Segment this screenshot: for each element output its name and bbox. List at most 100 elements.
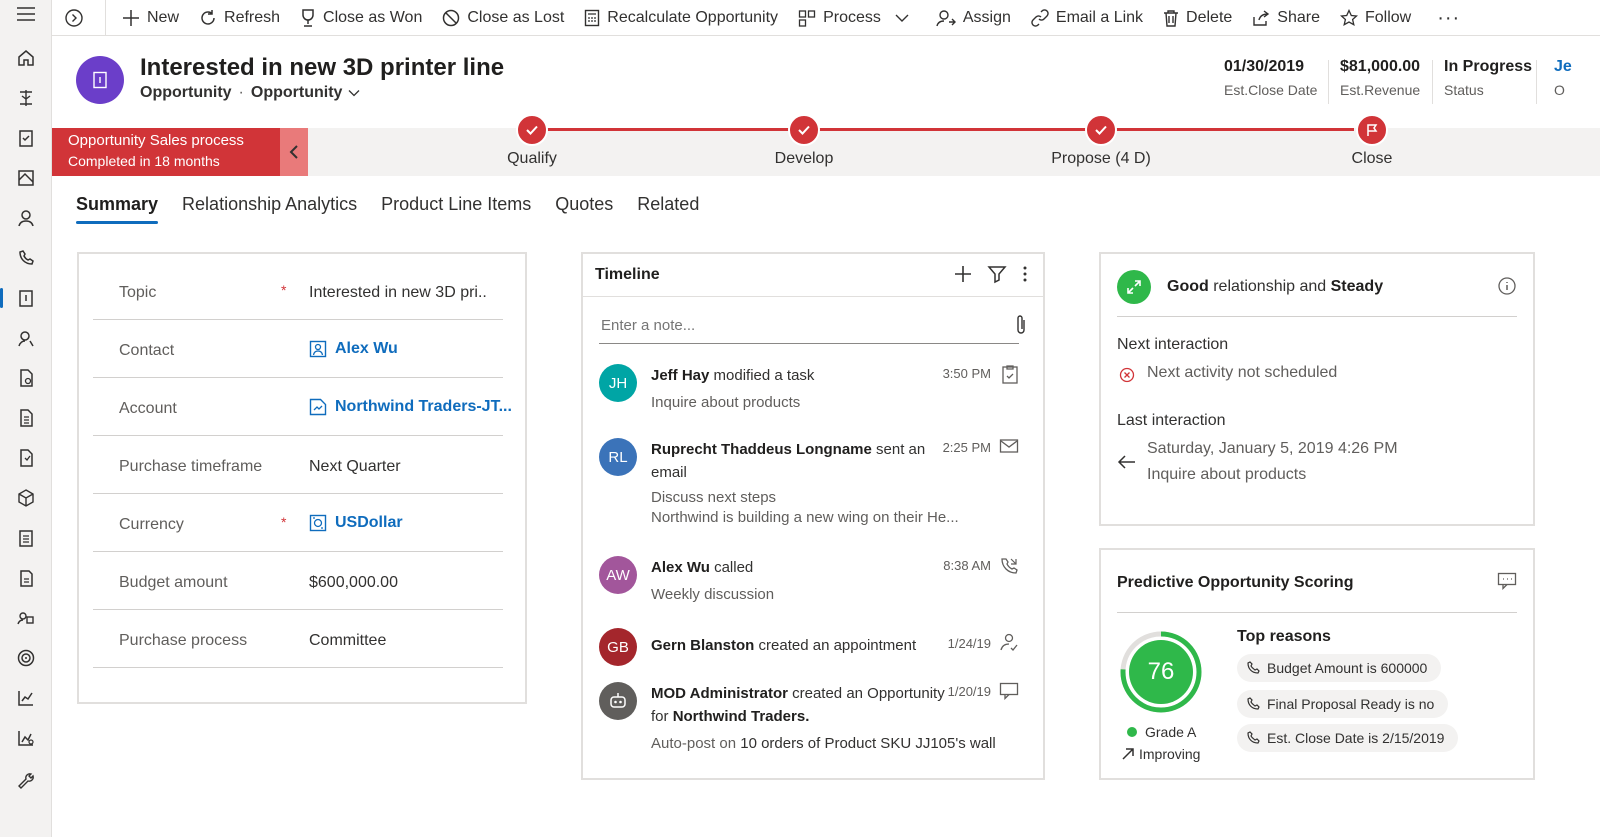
delete-button[interactable]: Delete	[1153, 0, 1242, 36]
contact-name[interactable]: Alex Wu	[335, 340, 398, 358]
email-a-link-button[interactable]: Email a Link	[1021, 0, 1153, 36]
timeline-item-body: MOD Administrator created an Opportunity…	[651, 682, 996, 755]
assign-person-icon	[936, 9, 956, 26]
pin-icon[interactable]	[6, 82, 46, 114]
more-commands-button[interactable]: ···	[1421, 0, 1470, 36]
field-topic[interactable]: Topic * Interested in new 3D pri..	[93, 262, 503, 320]
close-as-lost-button[interactable]: Close as Lost	[432, 0, 574, 36]
clipboard-icon[interactable]	[6, 122, 46, 154]
avatar	[599, 682, 637, 720]
lead-icon[interactable]	[6, 322, 46, 354]
add-icon[interactable]	[953, 264, 973, 284]
currency-link[interactable]: USDollar	[309, 514, 403, 532]
order-icon[interactable]	[6, 402, 46, 434]
timeline-item[interactable]: JH Jeff Hay modified a task Inquire abou…	[599, 364, 1019, 424]
tab-relationship-analytics[interactable]: Relationship Analytics	[182, 192, 357, 226]
contact-icon[interactable]	[6, 202, 46, 234]
activity-target[interactable]: Northwind Traders.	[673, 708, 810, 725]
note-input[interactable]	[599, 308, 1019, 344]
stage-develop[interactable]: Develop	[734, 114, 874, 168]
subtitle-separator: ·	[238, 84, 244, 101]
forecast-icon[interactable]	[6, 722, 46, 754]
phone-icon[interactable]	[6, 242, 46, 274]
task-icon	[1002, 365, 1018, 384]
form-chevron-down-icon[interactable]	[348, 89, 360, 97]
trend-label: Improving	[1139, 746, 1201, 762]
chevron-down-icon	[895, 14, 909, 22]
activity-time: 8:38 AM	[943, 558, 991, 573]
process-button[interactable]: Process	[788, 0, 926, 36]
budget-amount-value[interactable]: $600,000.00	[309, 574, 398, 592]
timeline-item[interactable]: AW Alex Wu called Weekly discussion 8:38…	[599, 556, 1019, 616]
field-label: Account	[119, 400, 177, 417]
feedback-icon[interactable]	[1497, 572, 1517, 590]
tab-summary[interactable]: Summary	[76, 192, 159, 226]
avatar: AW	[599, 556, 637, 594]
form-selector[interactable]: Opportunity	[251, 84, 343, 102]
activity-actor[interactable]: Gern Blanston	[651, 637, 754, 654]
last-interaction-subject[interactable]: Inquire about products	[1147, 466, 1306, 484]
contact-card-icon	[309, 340, 327, 358]
field-budget-amount[interactable]: Budget amount $600,000.00	[93, 552, 503, 610]
header-field-owner[interactable]: Je O	[1544, 58, 1600, 106]
document-icon[interactable]	[6, 522, 46, 554]
purchase-process-value[interactable]: Committee	[309, 632, 386, 650]
back-button[interactable]	[52, 0, 105, 36]
field-purchase-timeframe[interactable]: Purchase timeframe Next Quarter	[93, 436, 503, 494]
competitor-icon[interactable]	[6, 602, 46, 634]
process-collapse-button[interactable]	[280, 128, 308, 176]
follow-button[interactable]: Follow	[1330, 0, 1421, 36]
info-icon[interactable]	[1497, 276, 1517, 296]
account-link[interactable]: Northwind Traders-JT...	[309, 398, 512, 416]
left-nav-rail	[0, 0, 52, 837]
share-button[interactable]: Share	[1242, 0, 1330, 36]
invoice-icon[interactable]	[6, 442, 46, 474]
timeline-item[interactable]: MOD Administrator created an Opportunity…	[599, 682, 1019, 770]
timeline-item[interactable]: RL Ruprecht Thaddeus Longname sent an em…	[599, 438, 1019, 534]
activity-actor[interactable]: MOD Administrator	[651, 685, 788, 702]
tab-product-line-items[interactable]: Product Line Items	[381, 192, 531, 226]
chart-icon[interactable]	[6, 682, 46, 714]
field-contact[interactable]: Contact Alex Wu	[93, 320, 503, 378]
field-purchase-process[interactable]: Purchase process Committee	[93, 610, 503, 668]
circle-arrow-icon	[65, 8, 83, 27]
new-button[interactable]: New	[112, 0, 189, 36]
field-currency[interactable]: Currency * USDollar	[93, 494, 503, 552]
product-icon[interactable]	[6, 482, 46, 514]
activity-actor[interactable]: Ruprecht Thaddeus Longname	[651, 441, 872, 458]
recalculate-button[interactable]: Recalculate Opportunity	[574, 0, 788, 36]
tab-quotes[interactable]: Quotes	[555, 192, 613, 226]
activity-actor[interactable]: Alex Wu	[651, 559, 710, 576]
dashboard-icon[interactable]	[6, 162, 46, 194]
timeline-item[interactable]: GB Gern Blanston created an appointment …	[599, 628, 1019, 672]
paperclip-icon[interactable]	[1015, 314, 1027, 336]
sales-literature-icon[interactable]	[6, 562, 46, 594]
process-flag[interactable]: Opportunity Sales process Completed in 1…	[52, 128, 280, 176]
currency-name[interactable]: USDollar	[335, 514, 403, 532]
owner-value[interactable]: Je	[1554, 58, 1590, 76]
topic-value[interactable]: Interested in new 3D pri..	[309, 284, 487, 302]
wrench-icon[interactable]	[6, 765, 46, 797]
refresh-button[interactable]: Refresh	[189, 0, 290, 36]
activity-action: created an appointment	[754, 637, 917, 654]
activity-actor[interactable]: Jeff Hay	[651, 367, 709, 384]
field-account[interactable]: Account Northwind Traders-JT...	[93, 378, 512, 436]
filter-icon[interactable]	[987, 264, 1007, 284]
stage-propose[interactable]: Propose (4 D)	[1031, 114, 1171, 168]
home-icon[interactable]	[6, 42, 46, 74]
account-name[interactable]: Northwind Traders-JT...	[335, 398, 512, 416]
opportunity-icon[interactable]	[0, 282, 46, 314]
contact-link[interactable]: Alex Wu	[309, 340, 398, 358]
grade-dot-icon	[1127, 727, 1137, 737]
stage-qualify[interactable]: Qualify	[462, 114, 602, 168]
stage-close[interactable]: Close	[1302, 114, 1442, 168]
close-as-won-button[interactable]: Close as Won	[290, 0, 432, 36]
assign-button[interactable]: Assign	[926, 0, 1021, 36]
tab-related[interactable]: Related	[637, 192, 699, 226]
quote-icon[interactable]	[6, 362, 46, 394]
goal-icon[interactable]	[6, 642, 46, 674]
more-vertical-icon[interactable]	[1021, 264, 1029, 284]
process-icon	[798, 9, 816, 27]
menu-icon[interactable]	[6, 0, 46, 30]
purchase-timeframe-value[interactable]: Next Quarter	[309, 458, 401, 476]
